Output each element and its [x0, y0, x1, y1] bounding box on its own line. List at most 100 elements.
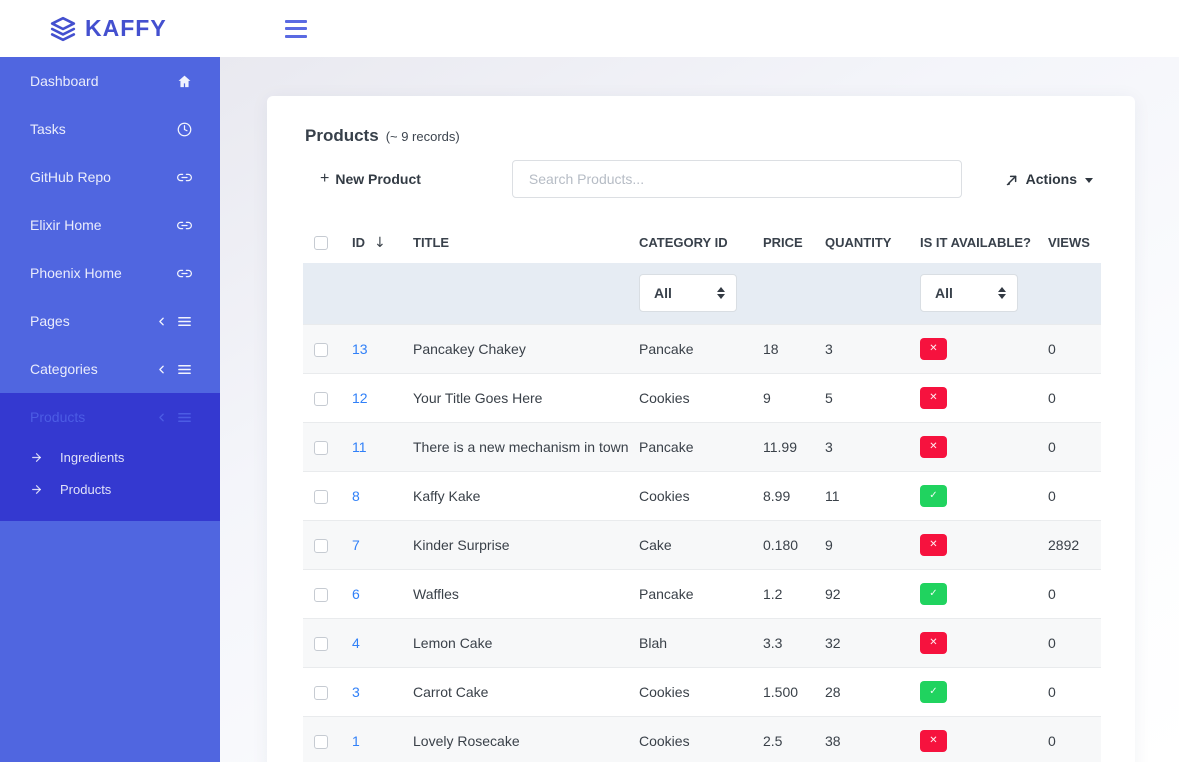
brand-logo[interactable]: KAFFY — [50, 15, 167, 42]
link-icon — [177, 170, 192, 185]
sidebar-item-categories[interactable]: Categories — [0, 345, 220, 393]
select-arrows-icon — [717, 287, 725, 299]
availability-badge: ✕ — [920, 534, 947, 556]
row-id-link[interactable]: 8 — [352, 488, 360, 504]
row-price: 8.99 — [763, 471, 825, 520]
page-title-row: Products (~ 9 records) — [305, 126, 1101, 146]
table-row: 8 Kaffy Kake Cookies 8.99 11 ✓ 0 — [303, 471, 1101, 520]
menu-icon — [177, 362, 192, 377]
actions-dropdown-button[interactable]: Actions — [1005, 171, 1093, 187]
row-views: 0 — [1048, 716, 1101, 762]
row-checkbox[interactable] — [314, 441, 328, 455]
layers-icon — [50, 16, 76, 42]
select-all-checkbox[interactable] — [314, 236, 328, 250]
row-id-link[interactable]: 13 — [352, 341, 368, 357]
row-checkbox[interactable] — [314, 686, 328, 700]
row-checkbox[interactable] — [314, 735, 328, 749]
row-title: There is a new mechanism in town — [413, 422, 639, 471]
row-id-link[interactable]: 4 — [352, 635, 360, 651]
new-product-button[interactable]: + New Product — [320, 170, 421, 188]
row-quantity: 38 — [825, 716, 920, 762]
row-id-link[interactable]: 3 — [352, 684, 360, 700]
category-filter-select[interactable]: All — [639, 274, 737, 312]
row-id-link[interactable]: 11 — [352, 439, 367, 455]
sidebar-toggle-button[interactable] — [285, 20, 307, 38]
row-id-link[interactable]: 1 — [352, 733, 360, 749]
table-row: 7 Kinder Surprise Cake 0.180 9 ✕ 2892 — [303, 520, 1101, 569]
row-price: 1.2 — [763, 569, 825, 618]
row-quantity: 3 — [825, 324, 920, 373]
table-row: 3 Carrot Cake Cookies 1.500 28 ✓ 0 — [303, 667, 1101, 716]
table-row: 6 Waffles Pancake 1.2 92 ✓ 0 — [303, 569, 1101, 618]
home-icon — [177, 74, 192, 89]
menu-icon — [177, 314, 192, 329]
clock-icon — [177, 122, 192, 137]
availability-badge: ✕ — [920, 632, 947, 654]
row-views: 2892 — [1048, 520, 1101, 569]
table-header-row: ID↓ TITLE CATEGORY ID PRICE QUANTITY IS … — [303, 222, 1101, 263]
chevron-left-icon — [155, 363, 168, 376]
brand-name: KAFFY — [85, 15, 167, 42]
availability-badge: ✓ — [920, 485, 947, 507]
sidebar: Dashboard Tasks GitHub Repo Elixir Home — [0, 57, 220, 762]
sidebar-item-phoenix-home[interactable]: Phoenix Home — [0, 249, 220, 297]
availability-badge: ✕ — [920, 387, 947, 409]
column-header-title[interactable]: TITLE — [413, 222, 639, 263]
row-category: Pancake — [639, 324, 763, 373]
column-header-views[interactable]: VIEWS — [1048, 222, 1101, 263]
row-category: Cookies — [639, 471, 763, 520]
row-title: Waffles — [413, 569, 639, 618]
main-area: Products (~ 9 records) + New Product Act… — [220, 57, 1179, 762]
arrow-up-right-icon — [1005, 172, 1020, 187]
sidebar-item-dashboard[interactable]: Dashboard — [0, 57, 220, 105]
table-row: 13 Pancakey Chakey Pancake 18 3 ✕ 0 — [303, 324, 1101, 373]
available-filter-select[interactable]: All — [920, 274, 1018, 312]
sidebar-item-elixir-home[interactable]: Elixir Home — [0, 201, 220, 249]
sort-descending-icon[interactable]: ↓ — [374, 235, 386, 251]
table-body: 13 Pancakey Chakey Pancake 18 3 ✕ 0 12 Y… — [303, 324, 1101, 762]
arrow-right-icon — [30, 483, 43, 496]
row-checkbox[interactable] — [314, 637, 328, 651]
row-checkbox[interactable] — [314, 539, 328, 553]
row-title: Lemon Cake — [413, 618, 639, 667]
row-title: Kinder Surprise — [413, 520, 639, 569]
row-quantity: 9 — [825, 520, 920, 569]
row-checkbox[interactable] — [314, 490, 328, 504]
row-quantity: 11 — [825, 471, 920, 520]
row-title: Kaffy Kake — [413, 471, 639, 520]
link-icon — [177, 266, 192, 281]
sidebar-subitem-products[interactable]: Products — [0, 473, 220, 505]
table-row: 12 Your Title Goes Here Cookies 9 5 ✕ 0 — [303, 373, 1101, 422]
column-header-price[interactable]: PRICE — [763, 222, 825, 263]
row-quantity: 92 — [825, 569, 920, 618]
row-id-link[interactable]: 12 — [352, 390, 368, 406]
column-header-quantity[interactable]: QUANTITY — [825, 222, 920, 263]
row-price: 18 — [763, 324, 825, 373]
row-checkbox[interactable] — [314, 392, 328, 406]
sidebar-subitem-ingredients[interactable]: Ingredients — [0, 441, 220, 473]
sidebar-item-tasks[interactable]: Tasks — [0, 105, 220, 153]
sidebar-item-pages[interactable]: Pages — [0, 297, 220, 345]
row-title: Lovely Rosecake — [413, 716, 639, 762]
column-header-id[interactable]: ID↓ — [352, 222, 413, 263]
row-views: 0 — [1048, 324, 1101, 373]
row-price: 2.5 — [763, 716, 825, 762]
column-header-category-id[interactable]: CATEGORY ID — [639, 222, 763, 263]
table-row: 11 There is a new mechanism in town Panc… — [303, 422, 1101, 471]
products-card: Products (~ 9 records) + New Product Act… — [267, 96, 1135, 762]
sidebar-item-products[interactable]: Products — [0, 393, 220, 441]
search-input[interactable] — [512, 160, 962, 198]
row-price: 0.180 — [763, 520, 825, 569]
link-icon — [177, 218, 192, 233]
controls-row: + New Product Actions — [303, 160, 1101, 198]
row-quantity: 3 — [825, 422, 920, 471]
row-checkbox[interactable] — [314, 588, 328, 602]
column-header-available[interactable]: IS IT AVAILABLE? — [920, 222, 1048, 263]
caret-down-icon — [1085, 178, 1093, 183]
row-views: 0 — [1048, 471, 1101, 520]
row-id-link[interactable]: 6 — [352, 586, 360, 602]
row-id-link[interactable]: 7 — [352, 537, 360, 553]
row-checkbox[interactable] — [314, 343, 328, 357]
sidebar-item-github-repo[interactable]: GitHub Repo — [0, 153, 220, 201]
table-row: 1 Lovely Rosecake Cookies 2.5 38 ✕ 0 — [303, 716, 1101, 762]
